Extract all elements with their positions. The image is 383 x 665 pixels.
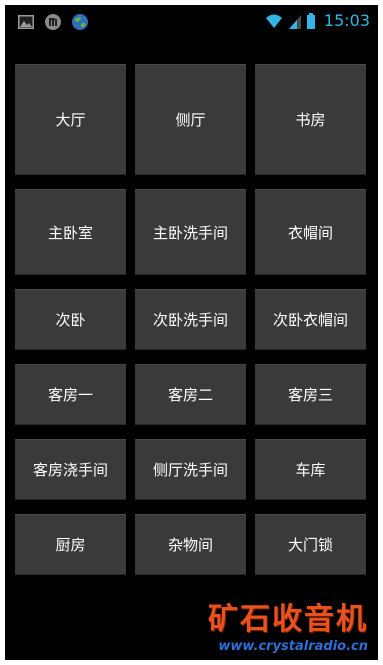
watermark-title: 矿石收音机 — [208, 602, 368, 637]
room-button-side-hall[interactable]: 侧厅 — [135, 64, 246, 175]
room-button-utility-room[interactable]: 杂物间 — [135, 514, 246, 575]
room-button-hall[interactable]: 大厅 — [15, 64, 126, 175]
watermark-url: www.crystalradio.cn — [218, 639, 368, 654]
room-button-guest-room-3[interactable]: 客房三 — [255, 364, 366, 425]
watermark-logo: 矿石收音机 www.crystalradio.cn — [197, 594, 372, 656]
status-bar: 15:03 — [5, 5, 378, 39]
room-button-guest-bathroom[interactable]: 客房浇手间 — [15, 439, 126, 500]
image-icon — [18, 15, 34, 29]
room-button-master-bedroom[interactable]: 主卧室 — [15, 189, 126, 275]
room-button-second-cloakroom[interactable]: 次卧衣帽间 — [255, 289, 366, 350]
room-button-guest-room-1[interactable]: 客房一 — [15, 364, 126, 425]
battery-icon — [306, 12, 315, 29]
globe-icon — [72, 14, 88, 30]
system-indicators: 15:03 — [264, 11, 370, 30]
room-button-cloakroom[interactable]: 衣帽间 — [255, 189, 366, 275]
room-button-garage[interactable]: 车库 — [255, 439, 366, 500]
room-button-second-bathroom[interactable]: 次卧洗手间 — [135, 289, 246, 350]
room-button-study[interactable]: 书房 — [255, 64, 366, 175]
room-button-guest-room-2[interactable]: 客房二 — [135, 364, 246, 425]
room-button-kitchen[interactable]: 厨房 — [15, 514, 126, 575]
wifi-icon — [265, 14, 282, 28]
room-button-master-bathroom[interactable]: 主卧洗手间 — [135, 189, 246, 275]
mi-icon — [45, 14, 61, 30]
room-button-second-bedroom[interactable]: 次卧 — [15, 289, 126, 350]
clock: 15:03 — [323, 11, 370, 30]
room-button-side-hall-bathroom[interactable]: 侧厅洗手间 — [135, 439, 246, 500]
phone-screen: 15:03 大厅 侧厅 书房 主卧室 主卧洗手间 衣帽间 次卧 次卧洗手间 次卧… — [5, 5, 378, 660]
room-button-front-door-lock[interactable]: 大门锁 — [255, 514, 366, 575]
notification-icons — [17, 13, 89, 31]
signal-icon — [288, 14, 301, 29]
